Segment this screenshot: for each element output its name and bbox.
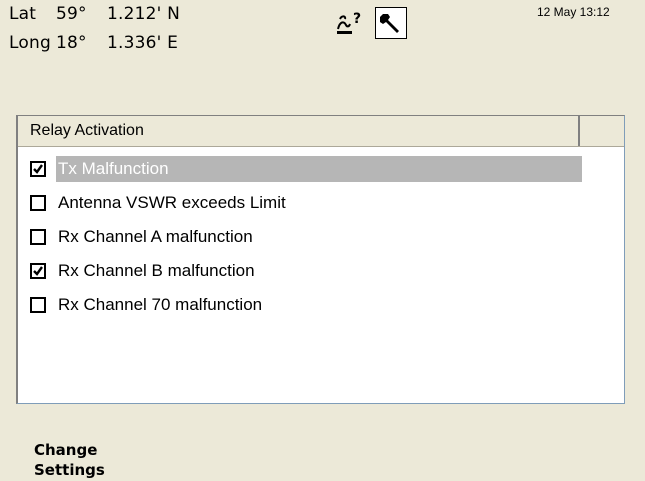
list-item[interactable]: Tx Malfunction [18,153,624,187]
checkbox[interactable] [30,195,46,211]
item-label: Rx Channel A malfunction [58,227,253,246]
long-label: Long [9,33,51,53]
checkbox[interactable] [30,229,46,245]
date-time: 12 May 13:12 [537,5,610,19]
long-minutes: 1.336' E [107,33,179,53]
lat-minutes: 1.212' N [107,4,181,24]
wrench-icon[interactable] [375,7,407,39]
checkbox[interactable] [30,161,46,177]
long-degrees: 18° [56,33,87,53]
item-label: Tx Malfunction [58,159,169,178]
checkbox[interactable] [30,263,46,279]
column-header-empty[interactable] [580,116,624,146]
relay-items: Tx Malfunction Antenna VSWR exceeds Limi… [18,153,624,323]
checkmark-icon [33,164,43,174]
change-settings-line2: Settings [34,461,105,479]
item-label: Rx Channel 70 malfunction [58,295,263,314]
checkmark-icon [33,266,43,276]
list-header: Relay Activation [18,116,624,147]
help-icon[interactable]: ? [334,7,366,39]
list-item[interactable]: Antenna VSWR exceeds Limit [18,187,624,221]
lat-label: Lat [9,4,37,24]
longitude-readout: Long 18° 1.336' E [9,33,178,53]
latitude-readout: Lat 59° 1.212' N [9,4,180,24]
relay-activation-list[interactable]: Relay Activation Tx Malfunction Antenna … [16,115,625,404]
checkbox[interactable] [30,297,46,313]
item-label: Rx Channel B malfunction [58,261,255,280]
column-header-relay-activation[interactable]: Relay Activation [18,116,580,146]
list-item[interactable]: Rx Channel B malfunction [18,255,624,289]
svg-text:?: ? [353,11,361,27]
change-settings-button[interactable]: Change Settings [34,440,105,480]
lat-degrees: 59° [56,4,87,24]
item-label: Antenna VSWR exceeds Limit [58,193,286,212]
list-item[interactable]: Rx Channel 70 malfunction [18,289,624,323]
change-settings-line1: Change [34,441,98,459]
list-item[interactable]: Rx Channel A malfunction [18,221,624,255]
